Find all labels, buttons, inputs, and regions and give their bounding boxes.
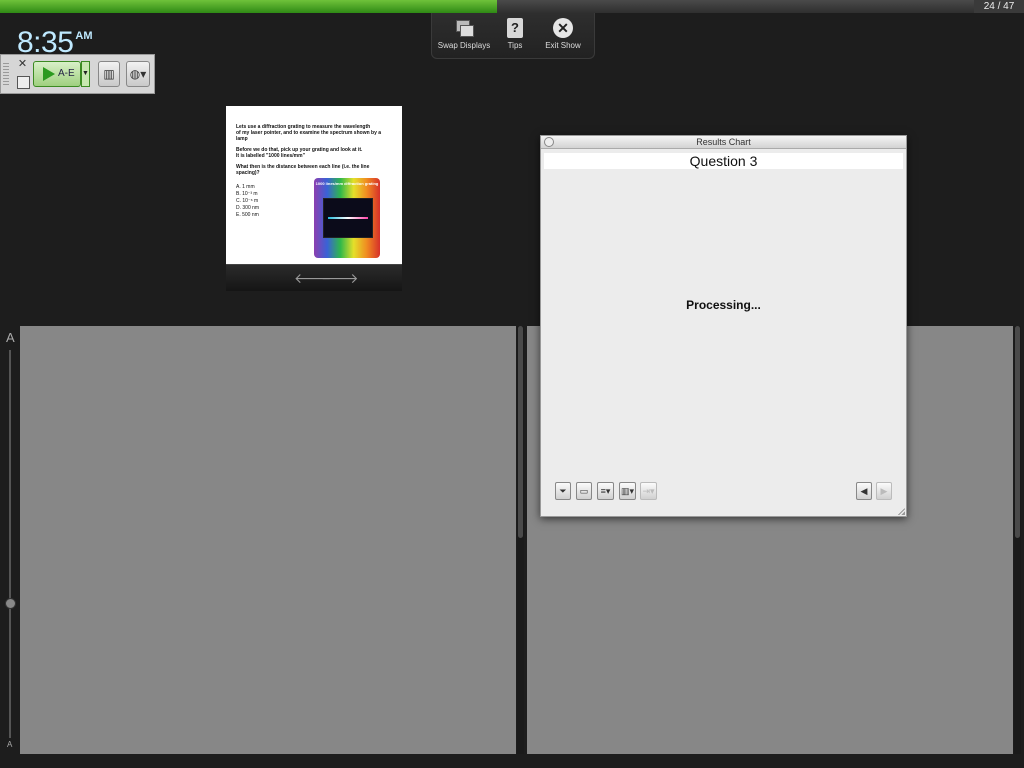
zoom-slider-track[interactable] [9, 350, 11, 738]
window-close-button[interactable] [544, 137, 554, 147]
list-options-button[interactable]: ≡▾ [597, 482, 614, 500]
slide-text: Before we do that, pick up your grating … [236, 147, 392, 159]
help-icon: ? [507, 18, 523, 38]
tips-label: Tips [507, 41, 523, 50]
panel-label-a-small: A [7, 740, 13, 749]
panel-label-a: A [6, 330, 15, 345]
diffraction-grating-image: 1000 lines/mm diffraction grating [314, 178, 380, 258]
clock-ampm: AM [75, 30, 93, 42]
slide-text: Lets use a diffraction grating to measur… [236, 124, 392, 142]
exit-show-button[interactable]: ✕ Exit Show [535, 18, 591, 50]
progress-fill [0, 0, 497, 13]
close-toolbar-icon[interactable]: ✕ [17, 59, 28, 70]
swap-displays-label: Swap Displays [437, 41, 491, 50]
settings-globe-button[interactable]: ◍▾ [126, 61, 150, 87]
results-chart-window[interactable]: Results Chart Question 3 Processing... ⏷… [540, 135, 907, 517]
close-icon: ✕ [553, 18, 573, 38]
previous-result-button[interactable]: ◀ [856, 482, 872, 500]
drag-handle[interactable] [3, 63, 9, 87]
slide-progress-bar: 24 / 47 [0, 0, 1024, 13]
display-panel-left[interactable] [20, 326, 516, 754]
export-button: ⇥▾ [640, 482, 657, 500]
filter-button[interactable]: ⏷ [555, 482, 571, 500]
zoom-slider-knob[interactable] [5, 598, 16, 609]
swap-displays-button[interactable]: Swap Displays [436, 18, 492, 50]
slide-navigation: 🡐 🡒 [226, 264, 402, 291]
show-chart-button[interactable]: ▥ [98, 61, 120, 87]
question-type-dropdown[interactable]: ▼ [81, 61, 90, 87]
right-panel-scrollbar[interactable] [1014, 326, 1021, 754]
show-toolbar: Swap Displays ? Tips ✕ Exit Show [431, 13, 595, 59]
copy-icon[interactable] [17, 76, 30, 89]
swap-displays-icon [454, 18, 474, 38]
chart-settings-button[interactable]: ▥▾ [619, 482, 636, 500]
window-mode-button[interactable]: ▭ [576, 482, 592, 500]
window-title: Results Chart [696, 137, 751, 147]
scrollbar-thumb[interactable] [1015, 326, 1020, 538]
processing-status: Processing... [686, 298, 761, 312]
resize-handle[interactable] [898, 508, 905, 515]
grating-label: 1000 lines/mm diffraction grating [315, 181, 379, 186]
next-result-button: ▶ [876, 482, 892, 500]
slide-question: What then is the distance between each l… [236, 164, 370, 176]
grating-window [323, 198, 373, 238]
slide-line-4: It is labelled "1000 lines/mm" [236, 153, 305, 159]
slide-line-2: of my laser pointer, and to examine the … [236, 130, 382, 142]
left-panel-scrollbar[interactable] [517, 326, 524, 754]
polling-toolbar: ✕ A-E ▼ ▥ ◍▾ [0, 54, 155, 94]
window-titlebar[interactable]: Results Chart [541, 136, 906, 149]
scrollbar-thumb[interactable] [518, 326, 523, 538]
start-poll-button[interactable]: A-E [33, 61, 81, 87]
exit-show-label: Exit Show [545, 41, 581, 50]
next-slide-arrow-icon[interactable]: 🡒 [321, 270, 359, 287]
slide-counter: 24 / 47 [974, 0, 1024, 13]
slide-preview[interactable]: Lets use a diffraction grating to measur… [226, 106, 402, 264]
question-title: Question 3 [544, 153, 903, 169]
